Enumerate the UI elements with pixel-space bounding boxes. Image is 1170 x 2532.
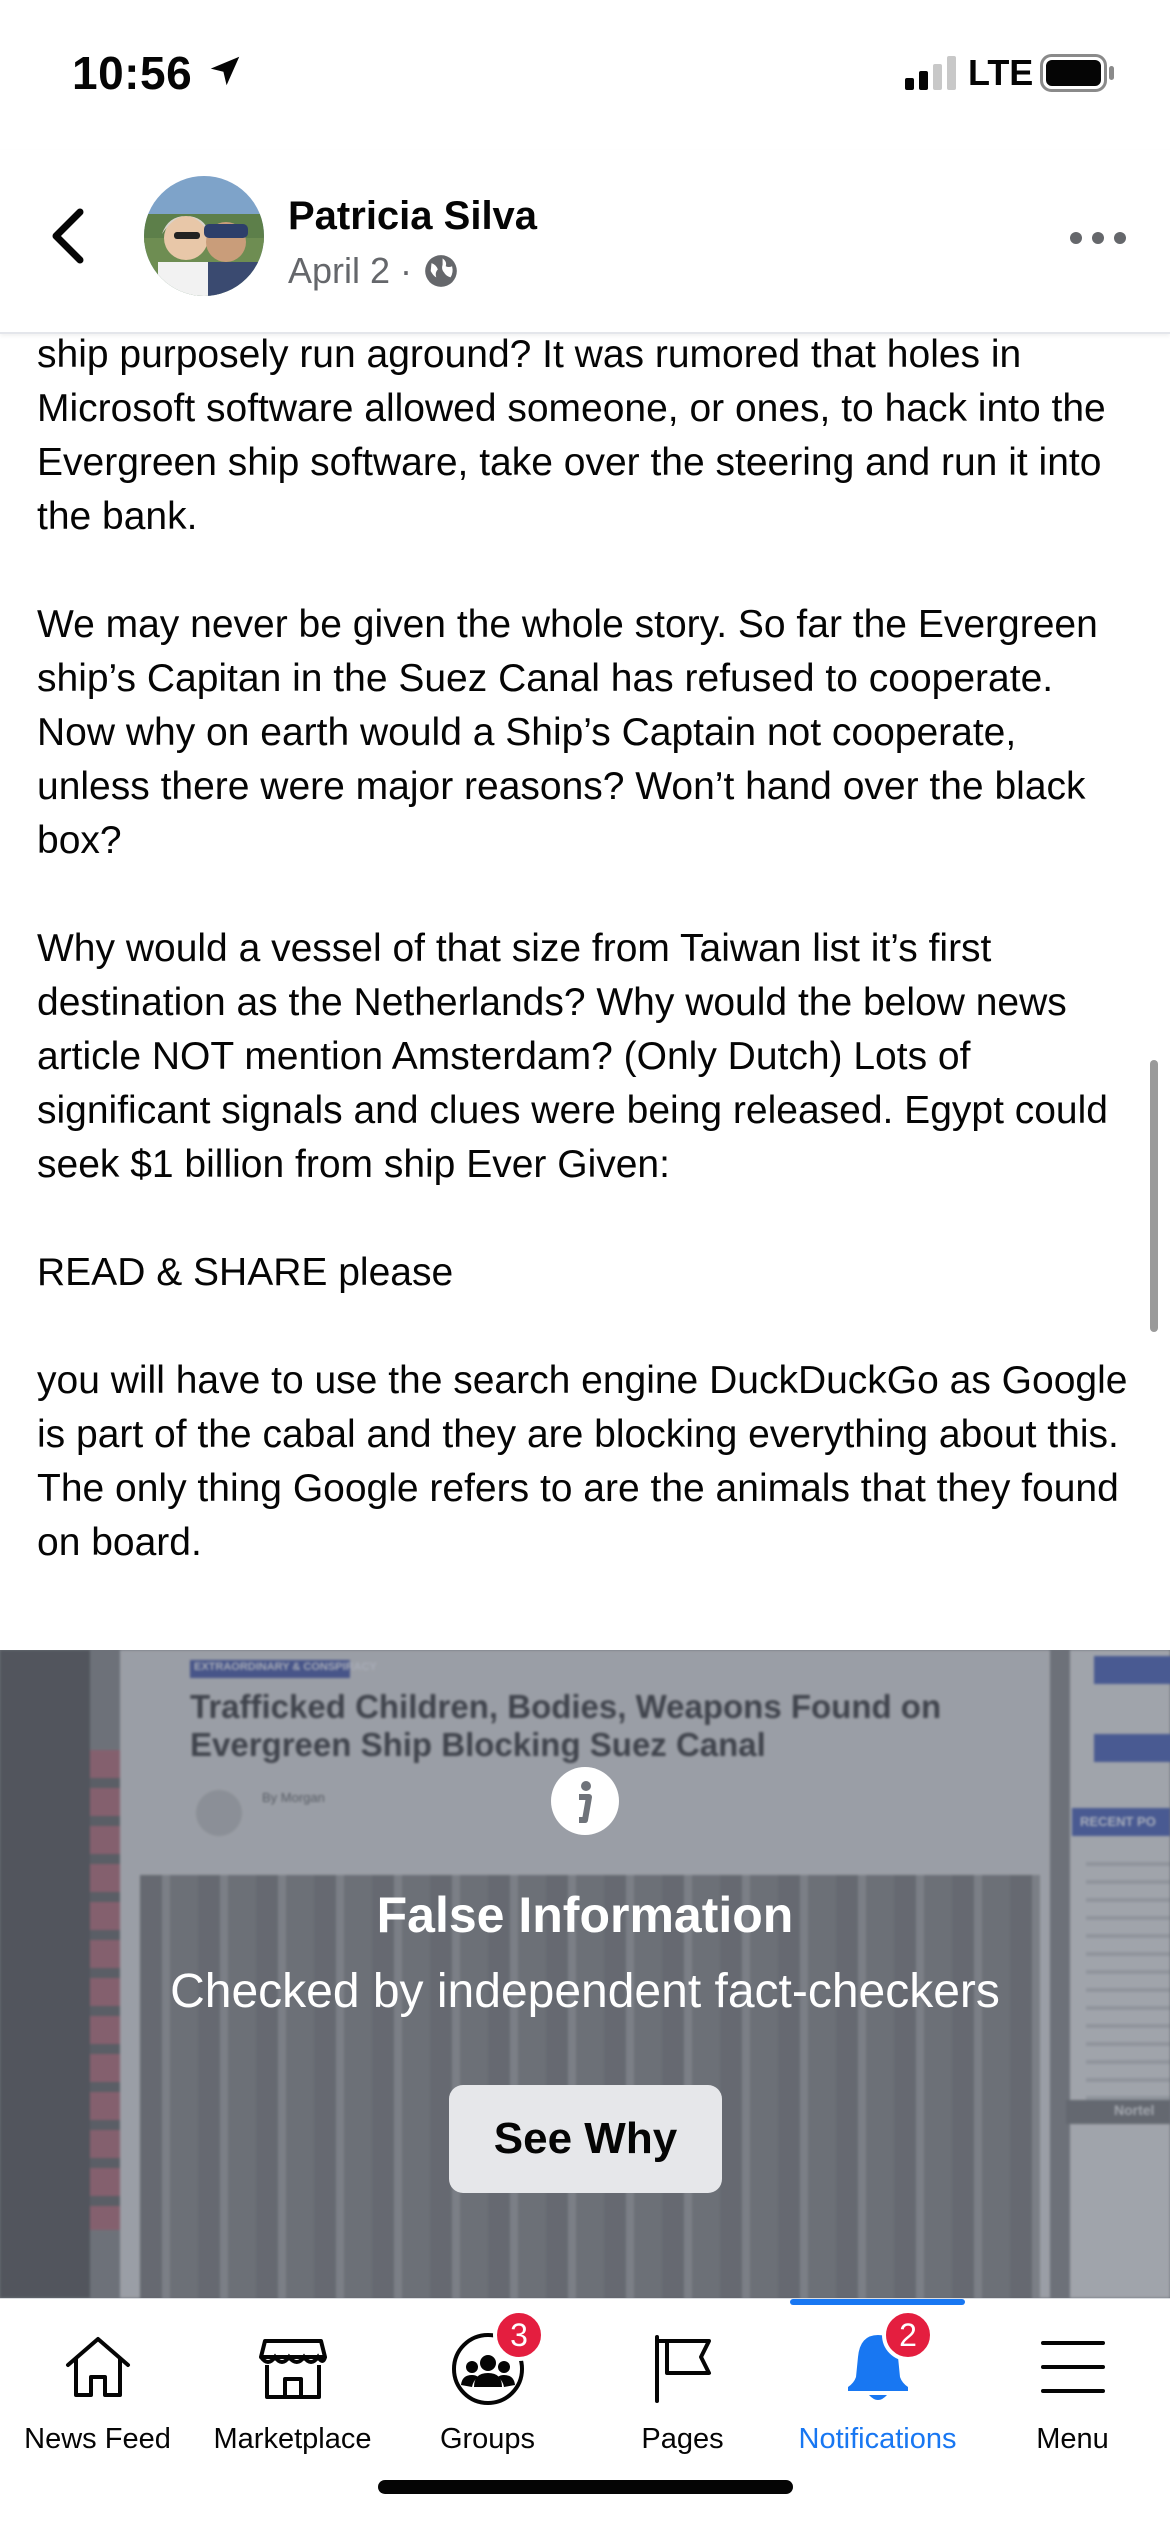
post-paragraph: Why would a vessel of that size from Tai… [37,927,1108,1186]
network-type: LTE [968,52,1034,93]
tab-menu[interactable]: Menu [975,2299,1170,2489]
post-paragraph: We may never be given the whole story. S… [37,603,1098,862]
tab-label: News Feed [24,2423,171,2455]
tab-groups[interactable]: 3 Groups [390,2299,585,2489]
tab-news-feed[interactable]: News Feed [0,2299,195,2489]
back-chevron-icon[interactable] [44,206,94,266]
avatar-photo [144,176,264,296]
see-why-button[interactable]: See Why [449,2085,722,2193]
more-options-icon[interactable] [1068,226,1128,250]
groups-badge: 3 [493,2309,545,2361]
tab-pages[interactable]: Pages [585,2299,780,2489]
scrollbar[interactable] [1150,1060,1158,1332]
cellular-signal-icon [905,56,956,90]
info-icon [551,1767,619,1835]
tab-label: Menu [1036,2423,1109,2455]
post-date[interactable]: April 2 [288,250,390,292]
post-paragraph: you will have to use the search engine D… [37,1359,1128,1564]
author-avatar[interactable] [144,176,264,296]
status-time: 10:56 [72,47,193,99]
bottom-tab-bar: News Feed Marketplace 3 Groups Pages 2 N… [0,2298,1170,2532]
home-icon [66,2337,130,2397]
globe-icon [425,255,457,287]
post-header: Patricia Silva April 2 · [0,150,1170,334]
fact-check-overlay[interactable]: EXTRAORDINARY & CONSPIRACY Trafficked Ch… [0,1650,1170,2298]
tab-label: Pages [641,2423,724,2455]
tab-notifications[interactable]: 2 Notifications [780,2299,975,2489]
post-meta: April 2 · [288,250,460,292]
status-bar: 10:56 LTE [0,0,1170,150]
tab-label: Notifications [798,2423,957,2455]
home-indicator[interactable] [378,2480,793,2494]
location-arrow-icon [210,56,240,86]
battery-icon [1040,54,1114,92]
tab-label: Groups [439,2423,536,2455]
flag-icon [655,2335,711,2403]
hamburger-icon [1041,2341,1105,2393]
marketplace-icon [259,2339,327,2399]
facebook-post-screen: 10:56 LTE Patricia Silva April 2 · ship … [0,0,1170,2532]
notifications-badge: 2 [882,2309,934,2361]
tab-label: Marketplace [213,2423,372,2455]
author-name[interactable]: Patricia Silva [288,194,537,239]
post-text: ship purposely run aground? It was rumor… [37,328,1137,1624]
fact-check-subtitle: Checked by independent fact-checkers [170,1965,1000,2018]
post-paragraph: READ & SHARE please [37,1251,454,1294]
tab-marketplace[interactable]: Marketplace [195,2299,390,2489]
meta-separator: · [400,250,413,291]
fact-check-title: False Information [376,1887,794,1943]
post-paragraph: ship purposely run aground? It was rumor… [37,333,1106,538]
